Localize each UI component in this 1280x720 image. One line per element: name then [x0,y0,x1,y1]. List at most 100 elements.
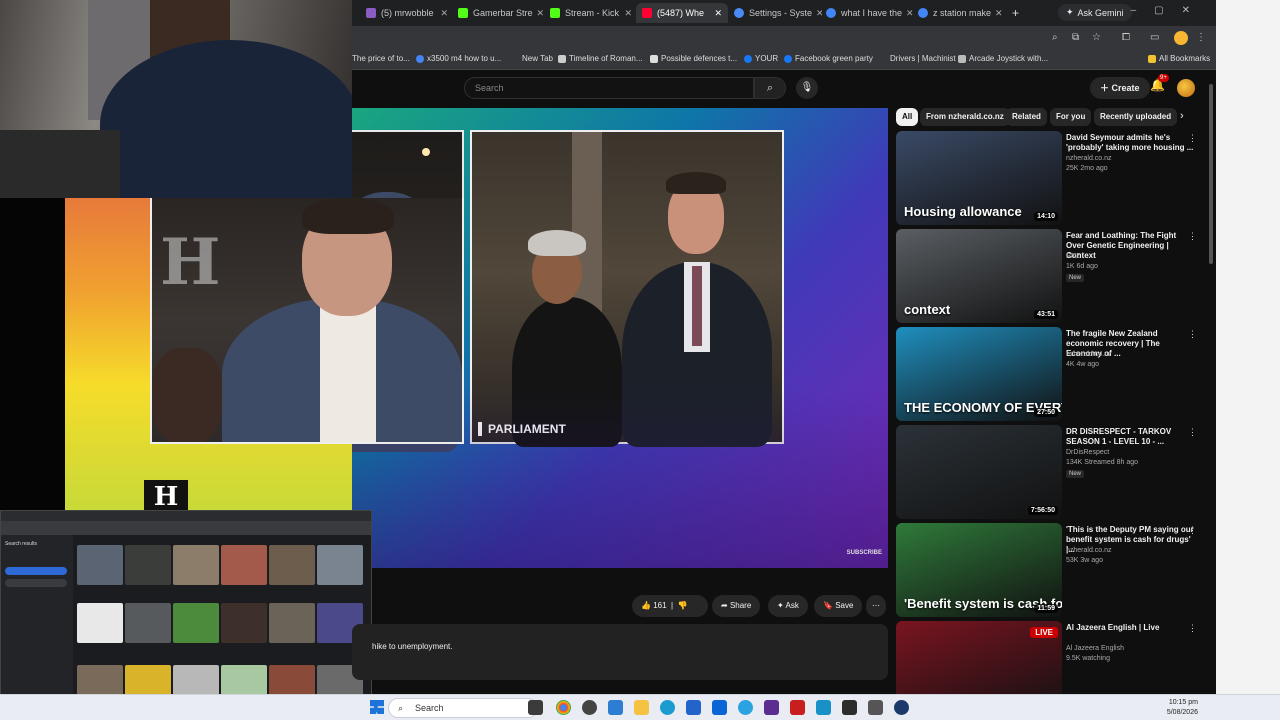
channel-name[interactable]: nzherald.co.nz [1066,155,1112,162]
chip-from-nzherald[interactable]: From nzherald.co.nz [920,108,1010,126]
chrome-icon[interactable] [556,700,571,715]
app-icon[interactable] [582,700,597,715]
video-thumbnail[interactable]: context 43:51 [896,229,1062,323]
more-options-icon[interactable]: ⋮ [1188,231,1197,242]
extensions-icon[interactable]: ⧠ [1122,32,1130,43]
create-button[interactable]: ＋ Create [1090,77,1150,99]
app-icon[interactable] [816,700,831,715]
channel-name[interactable]: DrDisRespect [1066,449,1109,456]
channel-name[interactable]: nzherald.co.nz [1066,547,1112,554]
browser-tab[interactable]: what I have the ✕ [820,3,914,23]
edge-icon[interactable] [660,700,675,715]
close-icon[interactable]: ✕ [533,8,545,19]
recommended-video[interactable]: 'Benefit system is cash for drugs'11:59'… [896,523,1204,617]
browser-tab[interactable]: z station make ✕ [912,3,1006,23]
lower-third-caption: PARLIAMENT [478,422,566,436]
close-icon[interactable]: ✕ [436,8,448,19]
app-icon[interactable] [764,700,779,715]
recommended-video[interactable]: THE ECONOMY OF EVERYTHING27:50The fragil… [896,327,1204,421]
bookmark-star-icon[interactable]: ☆ [1092,32,1101,43]
recommended-video[interactable]: Housing allowance 14:10 David Seymour admi… [896,131,1204,225]
taskbar-search[interactable]: ⌕ Search [388,698,538,718]
video-thumbnail[interactable]: 'Benefit system is cash for drugs'11:59 [896,523,1062,617]
store-icon[interactable] [686,700,701,715]
bookmark-item[interactable]: The price of to... [352,54,410,63]
more-options-icon[interactable]: ⋮ [1188,525,1197,536]
bookmark-item[interactable]: Possible defences t... [650,54,737,63]
browser-tab[interactable]: Settings - Syste ✕ [728,3,822,23]
task-view-icon[interactable] [528,700,543,715]
app-icon[interactable] [790,700,805,715]
subscribe-watermark: SUBSCRIBE [846,550,882,556]
like-count: 161 [653,601,667,610]
ask-button[interactable]: ✦ Ask [768,595,808,617]
ask-gemini-button[interactable]: ✦ Ask Gemini [1058,4,1132,21]
microphone-icon[interactable]: 🎙 [796,77,818,99]
share-button[interactable]: ➦ Share [712,595,761,617]
video-meta: 53K 3w ago [1066,557,1103,564]
more-options-icon[interactable]: ⋮ [1188,623,1197,634]
video-thumbnail[interactable]: THE ECONOMY OF EVERYTHING27:50 [896,327,1062,421]
recommended-video[interactable]: 7:56:50 DR DISRESPECT - TARKOV SEASON 1 -… [896,425,1204,519]
channel-name[interactable]: RNZ [1066,253,1080,260]
close-icon[interactable]: ✕ [991,8,1003,19]
bookmark-item[interactable]: Arcade Joystick with... [958,54,1048,63]
browser-tab[interactable]: (5) mrwobble ✕ [360,3,454,23]
system-clock[interactable]: 10:15 pm 5/08/2026 [1167,698,1198,718]
chip-all[interactable]: All [896,108,919,126]
browser-tab-active[interactable]: (5487) Whe ✕ [636,3,728,23]
more-options-icon[interactable]: ⋮ [1188,427,1197,438]
all-bookmarks-button[interactable]: All Bookmarks [1148,54,1210,63]
chip-for-you[interactable]: For you [1050,108,1092,126]
video-thumbnail[interactable]: Housing allowance 14:10 [896,131,1062,225]
video-title[interactable]: DR DISRESPECT - TARKOV SEASON 1 - LEVEL … [1066,427,1196,447]
app-icon[interactable] [868,700,883,715]
like-dislike-button[interactable]: 👍 161 | 👎 [632,595,708,617]
bookmark-item[interactable]: New Tab [522,54,553,63]
avatar[interactable] [1177,79,1195,97]
chip-recently-uploaded[interactable]: Recently uploaded [1094,108,1178,126]
zoom-icon[interactable]: ⌕ [1052,32,1058,43]
sidebar-icon[interactable]: ▭ [1150,32,1159,43]
video-title[interactable]: Fear and Loathing: The Fight Over Geneti… [1066,231,1196,261]
bookmark-item[interactable]: Timeline of Roman... [558,54,643,63]
browser-tab[interactable]: Stream - Kick ✕ [544,3,638,23]
recommended-video[interactable]: context 43:51 Fear and Loathing: The Fight… [896,229,1204,323]
windows-start-icon[interactable] [370,700,384,714]
telegram-icon[interactable] [738,700,753,715]
browser-tab[interactable]: Gamerbar Stre ✕ [452,3,546,23]
bookmark-item[interactable]: Facebook green party [784,54,873,63]
profile-avatar[interactable] [1174,31,1188,45]
scrollbar-thumb[interactable] [1209,84,1213,264]
file-explorer-icon[interactable] [634,700,649,715]
save-button[interactable]: 🔖 Save [814,595,863,617]
search-icon[interactable]: ⌕ [754,77,786,99]
bookmark-item[interactable]: x3500 m4 how to u... [416,54,501,63]
more-options-icon[interactable]: ⋮ [1188,133,1197,144]
bookmark-item[interactable]: Drivers | Machinist [890,54,956,63]
video-title[interactable]: David Seymour admits he's 'probably' tak… [1066,133,1196,153]
description-box[interactable]: hike to unemployment. [352,624,888,680]
chip-related[interactable]: Related [1006,108,1047,126]
app-icon[interactable] [842,700,857,715]
outlook-icon[interactable] [712,700,727,715]
video-thumbnail[interactable]: 7:56:50 [896,425,1062,519]
channel-name[interactable]: nzherald.co.nz [1066,351,1112,358]
window-controls[interactable]: –▢✕ [1131,5,1208,16]
video-title[interactable]: Al Jazeera English | Live [1066,623,1196,633]
close-icon[interactable]: ✕ [710,8,722,19]
menu-kebab-icon[interactable]: ⋮ [1196,32,1206,43]
channel-name[interactable]: Al Jazeera English [1066,645,1124,652]
ask-gemini-label: Ask Gemini [1077,7,1124,18]
search-input[interactable]: Search [464,77,754,99]
steam-icon[interactable] [894,700,909,715]
app-icon[interactable] [608,700,623,715]
more-actions-button[interactable]: ⋯ [866,595,886,617]
install-icon[interactable]: ⧉ [1072,32,1079,43]
bookmark-label: Possible defences t... [661,54,738,63]
close-icon[interactable]: ✕ [620,8,632,19]
new-tab-button[interactable]: + [1006,3,1024,23]
bookmark-item[interactable]: YOUR [744,54,778,63]
chevron-right-icon[interactable]: › [1180,110,1184,122]
more-options-icon[interactable]: ⋮ [1188,329,1197,340]
